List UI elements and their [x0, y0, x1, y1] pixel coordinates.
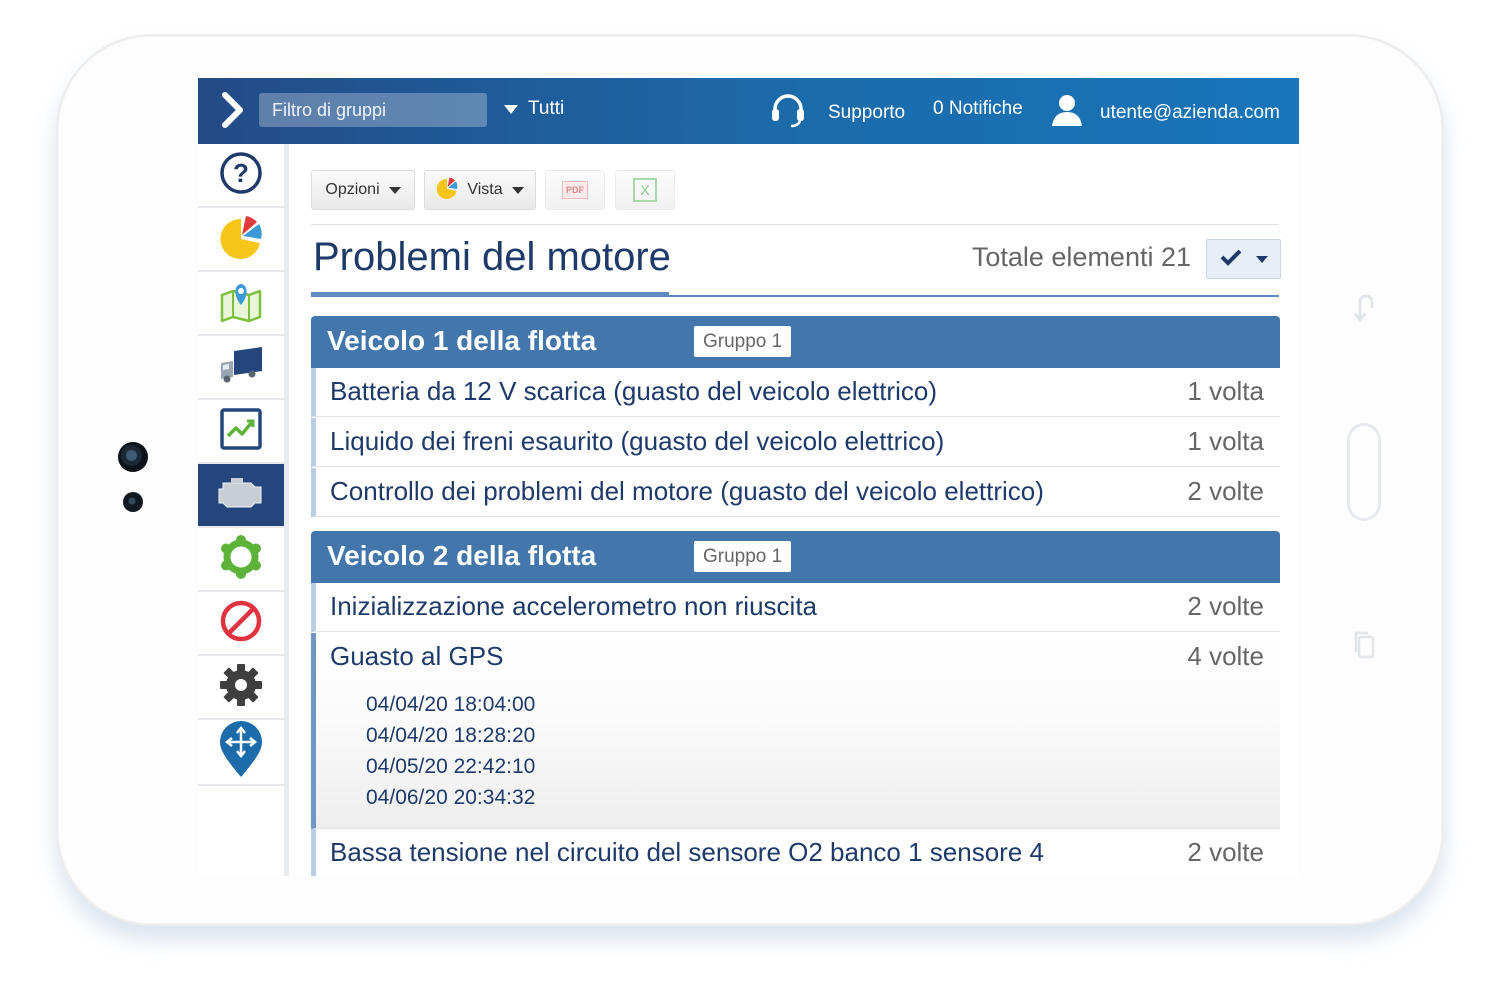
checkmark-icon — [1220, 248, 1242, 271]
timestamp-list: 04/04/20 18:04:00 04/04/20 18:28:20 04/0… — [366, 689, 535, 813]
sidebar: ? — [198, 144, 289, 876]
issue-count: 2 volte — [1187, 476, 1264, 506]
sidebar-item-maintenance[interactable] — [198, 528, 284, 592]
issue-text: Batteria da 12 V scarica (guasto del vei… — [330, 376, 937, 406]
issue-text: Inizializzazione accelerometro non riusc… — [330, 591, 818, 621]
caret-down-icon — [1255, 255, 1268, 263]
sidebar-item-vehicles[interactable] — [198, 336, 284, 400]
caret-down-icon — [504, 104, 518, 114]
engine-icon — [215, 475, 267, 516]
support-link[interactable]: Supporto — [770, 92, 905, 134]
sidebar-item-reports[interactable] — [198, 208, 284, 272]
title-underline-accent — [311, 292, 669, 297]
sidebar-item-map[interactable] — [198, 272, 284, 336]
caret-down-icon — [511, 186, 524, 194]
export-pdf-button[interactable]: PDF — [545, 170, 605, 210]
timestamp: 04/05/20 22:42:10 — [366, 755, 536, 778]
page-title: Problemi del motore — [313, 235, 671, 279]
toolbar-divider — [311, 224, 1279, 225]
location-move-icon — [218, 720, 264, 784]
sidebar-item-exceptions[interactable] — [198, 592, 284, 656]
select-dropdown-button[interactable] — [1206, 239, 1281, 279]
gear-outline-icon — [219, 534, 263, 584]
caret-down-icon — [388, 186, 401, 194]
excel-icon: X — [633, 178, 657, 202]
settings-gear-icon — [219, 663, 263, 712]
timestamp: 04/04/20 18:04:00 — [366, 693, 536, 716]
user-avatar-icon — [1050, 92, 1084, 134]
recent-apps-hardware-icon — [1353, 630, 1377, 667]
issue-text: Liquido dei freni esaurito (guasto del v… — [330, 426, 945, 456]
sidebar-item-help[interactable]: ? — [198, 144, 284, 208]
group-filter-input[interactable] — [259, 93, 487, 127]
prohibited-icon — [219, 599, 263, 648]
group-badge: Gruppo 1 — [694, 326, 792, 357]
issue-count: 2 volte — [1187, 591, 1264, 621]
support-label: Supporto — [828, 102, 906, 123]
group-name: Veicolo 1 della flotta — [327, 325, 597, 356]
export-excel-button[interactable]: X — [615, 170, 675, 210]
truck-icon — [218, 345, 264, 390]
pdf-icon: PDF — [562, 181, 588, 199]
timestamp: 04/06/20 20:34:32 — [366, 786, 536, 809]
top-bar: Tutti Supporto 0 Notifiche utente@ — [198, 78, 1299, 144]
expand-chevron-icon[interactable] — [218, 91, 248, 129]
help-icon: ? — [219, 151, 263, 200]
main-content: Opzioni Vista PDF X Problemi del motore … — [311, 144, 1281, 876]
back-hardware-icon — [1353, 292, 1376, 329]
user-email: utente@azienda.com — [1100, 102, 1280, 123]
trend-chart-icon — [219, 407, 263, 456]
timestamp: 04/04/20 18:28:20 — [366, 724, 536, 747]
sidebar-item-engine[interactable] — [198, 464, 284, 528]
issue-text: Guasto al GPS — [330, 641, 504, 671]
list-item[interactable]: Inizializzazione accelerometro non riusc… — [311, 583, 1280, 632]
sidebar-item-trends[interactable] — [198, 400, 284, 464]
scope-label: Tutti — [528, 98, 565, 119]
toolbar: Opzioni Vista PDF X — [311, 170, 1281, 212]
view-label: Vista — [467, 181, 503, 198]
list-item[interactable]: Liquido dei freni esaurito (guasto del v… — [311, 418, 1280, 467]
notifications-link[interactable]: 0 Notifiche — [933, 98, 1023, 120]
pie-chart-icon — [436, 177, 458, 204]
app-screen: Tutti Supporto 0 Notifiche utente@ — [198, 78, 1299, 876]
total-items: Totale elementi 21 — [971, 242, 1191, 272]
list-item[interactable]: Bassa tensione nel circuito del sensore … — [311, 829, 1280, 876]
issue-text: Controllo dei problemi del motore (guast… — [330, 476, 1044, 506]
group-header[interactable]: Veicolo 2 della flotta Gruppo 1 — [311, 531, 1280, 583]
svg-text:?: ? — [233, 158, 249, 188]
home-hardware-button — [1347, 423, 1381, 521]
group-header[interactable]: Veicolo 1 della flotta Gruppo 1 — [311, 316, 1280, 368]
options-label: Opzioni — [325, 181, 380, 198]
group-name: Veicolo 2 della flotta — [327, 540, 597, 571]
headset-icon — [770, 92, 806, 134]
issue-count: 2 volte — [1187, 837, 1264, 867]
sidebar-item-settings[interactable] — [198, 656, 284, 720]
issue-count: 4 volte — [1187, 641, 1264, 671]
user-menu[interactable]: utente@azienda.com — [1050, 92, 1280, 134]
list-item-expanded[interactable]: Guasto al GPS 4 volte 04/04/20 18:04:00 … — [311, 633, 1280, 829]
issue-count: 1 volta — [1187, 376, 1264, 406]
sidebar-item-zones[interactable] — [198, 720, 284, 786]
list-item[interactable]: Controllo dei problemi del motore (guast… — [311, 468, 1280, 517]
scope-dropdown[interactable]: Tutti — [504, 98, 564, 120]
issue-text: Bassa tensione nel circuito del sensore … — [330, 837, 1044, 867]
group-badge: Gruppo 1 — [694, 541, 792, 572]
pie-chart-icon — [219, 215, 263, 264]
options-button[interactable]: Opzioni — [311, 170, 415, 210]
view-button[interactable]: Vista — [424, 170, 536, 210]
map-pin-icon — [219, 279, 263, 328]
issue-count: 1 volta — [1187, 426, 1264, 456]
camera-sensor — [123, 492, 143, 512]
front-camera — [118, 442, 148, 472]
list-item[interactable]: Batteria da 12 V scarica (guasto del vei… — [311, 368, 1280, 417]
